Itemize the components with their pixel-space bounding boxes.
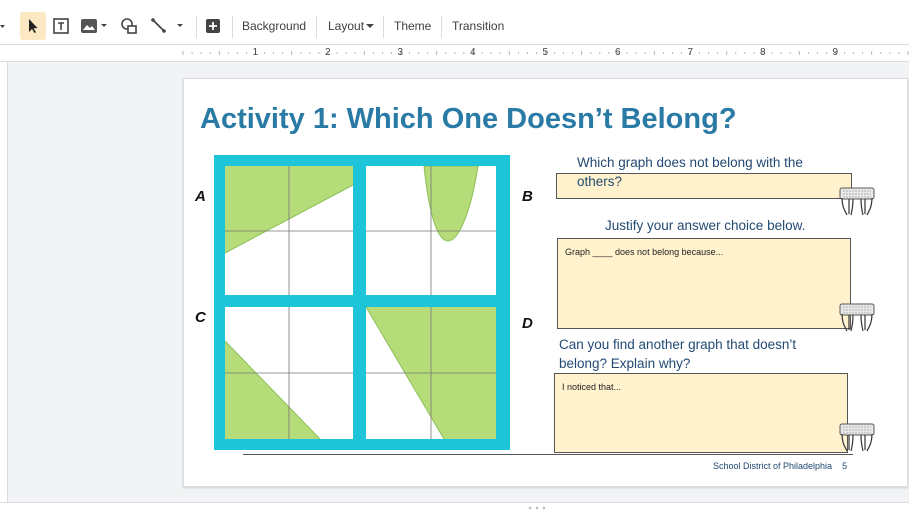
transition-button-label: Transition	[452, 19, 505, 33]
graph-label-a: A	[195, 188, 206, 205]
graph-b-plot	[366, 166, 496, 295]
graph-label-d: D	[522, 315, 533, 332]
graph-d-plot	[366, 307, 496, 439]
horizontal-ruler[interactable]: 1 2 3 4 5 6 7 8 9	[0, 45, 909, 62]
ruler-label: 8	[760, 47, 766, 58]
new-slide-icon[interactable]	[202, 12, 224, 40]
ruler-label: 9	[832, 47, 839, 58]
toolbar-divider	[441, 16, 442, 38]
question-1-line-1: Which graph does not belong with the	[577, 155, 803, 170]
drag-handle-icon[interactable]	[527, 505, 547, 511]
answer-box-2-text: Graph ____ does not belong because...	[565, 247, 724, 257]
graph-label-b: B	[522, 188, 533, 205]
theme-button[interactable]: Theme	[388, 12, 437, 40]
shape-icon[interactable]	[118, 12, 140, 40]
transition-button[interactable]: Transition	[446, 12, 510, 40]
question-2[interactable]: Justify your answer choice below.	[605, 216, 805, 235]
question-3-line-1: Can you find another graph that doesn’t	[559, 337, 797, 352]
dropdown-arrow-icon[interactable]	[0, 12, 8, 40]
layout-button-label: Layout	[328, 19, 365, 33]
text-box-icon[interactable]	[50, 12, 72, 40]
graph-grid[interactable]	[214, 155, 510, 450]
slide-title[interactable]: Activity 1: Which One Doesn’t Belong?	[200, 103, 737, 136]
ruler-label: 6	[615, 47, 621, 58]
background-button[interactable]: Background	[236, 12, 312, 40]
keyboard-hands-icon	[839, 423, 875, 452]
layout-button[interactable]: Layout	[322, 12, 375, 40]
slide-footer[interactable]: School District of Philadelphia 5	[713, 461, 847, 471]
question-1[interactable]: Which graph does not belong with the oth…	[577, 153, 803, 191]
graph-c-plot	[225, 307, 353, 439]
answer-box-3[interactable]: I noticed that...	[554, 373, 848, 453]
chevron-down-icon	[366, 24, 375, 28]
select-cursor-icon[interactable]	[20, 12, 46, 40]
ruler-label: 4	[470, 47, 476, 58]
answer-box-2[interactable]: Graph ____ does not belong because...	[557, 238, 851, 329]
ruler-label: 5	[542, 47, 549, 58]
keyboard-hands-icon	[839, 303, 875, 332]
ruler-label: 2	[325, 47, 331, 58]
graph-b[interactable]	[366, 166, 496, 295]
graph-label-c: C	[195, 309, 206, 326]
graph-d[interactable]	[366, 307, 496, 439]
theme-button-label: Theme	[394, 19, 432, 33]
vertical-ruler[interactable]	[0, 62, 8, 502]
slide[interactable]: Activity 1: Which One Doesn’t Belong? A …	[183, 78, 908, 487]
ruler-label: 7	[687, 47, 694, 58]
speaker-notes-handle[interactable]	[0, 502, 909, 512]
graph-a-plot	[225, 166, 353, 295]
ruler-label: 3	[397, 47, 404, 58]
question-3[interactable]: Can you find another graph that doesn’t …	[559, 335, 796, 373]
footer-divider	[243, 454, 853, 455]
ruler-ticks	[182, 51, 909, 55]
line-icon[interactable]	[148, 12, 190, 40]
toolbar-divider	[383, 16, 384, 38]
image-icon[interactable]	[78, 12, 110, 40]
toolbar-divider	[316, 16, 317, 38]
graph-a[interactable]	[225, 166, 353, 295]
answer-box-3-text: I noticed that...	[562, 382, 622, 392]
background-button-label: Background	[242, 19, 307, 33]
keyboard-hands-icon	[839, 187, 875, 216]
graph-c[interactable]	[225, 307, 353, 439]
toolbar-divider	[232, 16, 233, 38]
toolbar: Background Layout Theme Transition	[0, 0, 909, 45]
question-3-line-2: belong? Explain why?	[559, 356, 691, 371]
question-1-line-2: others?	[577, 174, 623, 189]
toolbar-divider	[196, 16, 197, 38]
ruler-label: 1	[252, 47, 259, 58]
